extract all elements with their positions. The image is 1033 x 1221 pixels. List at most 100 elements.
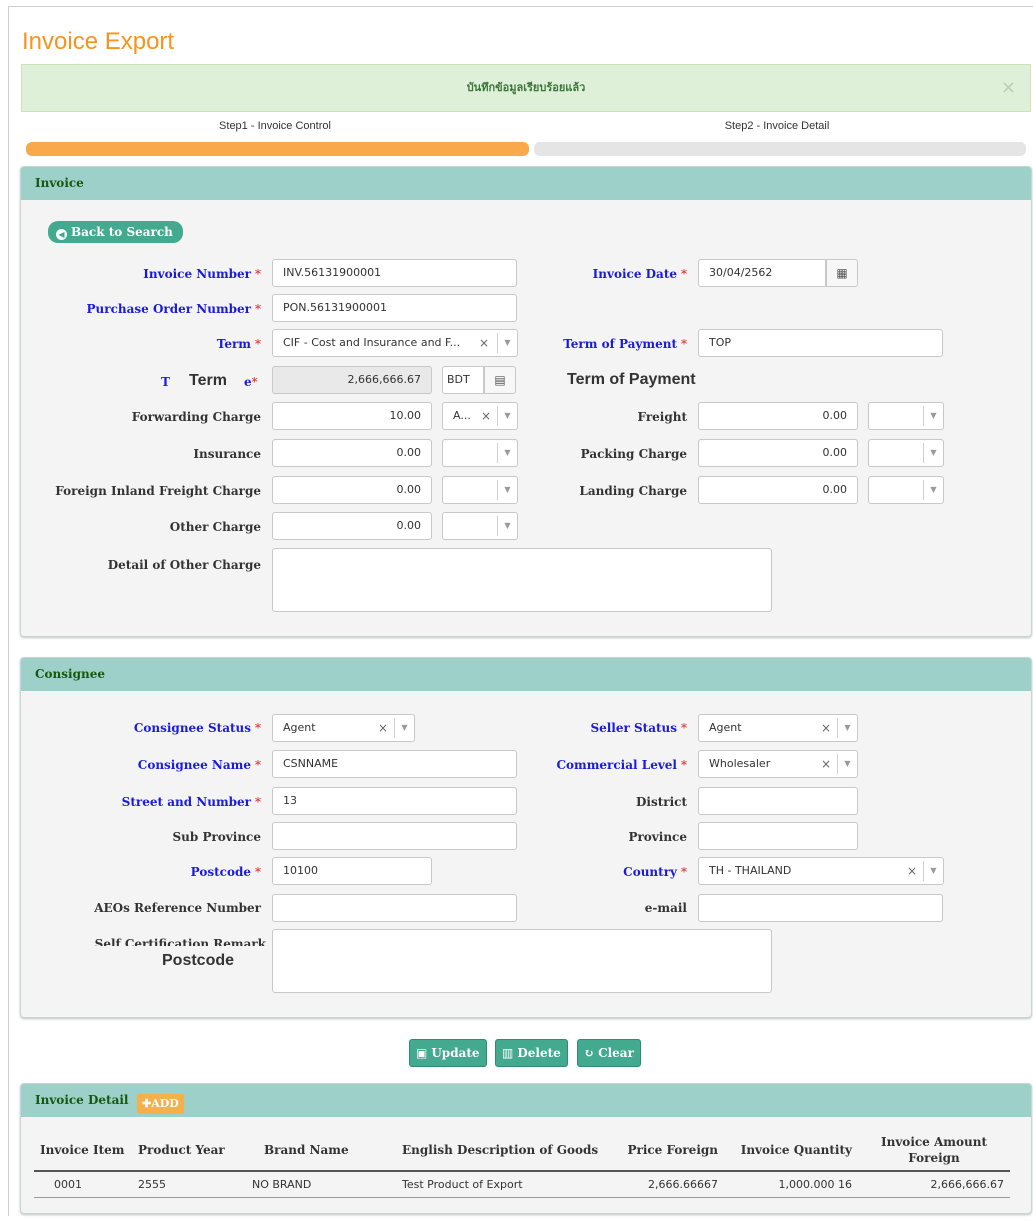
invoice-panel: Invoice ◀ Back to Search Invoice Number * … bbox=[20, 166, 1032, 637]
chevron-down-icon[interactable]: ▼ bbox=[497, 480, 517, 500]
insurance-input[interactable]: 0.00 bbox=[272, 439, 432, 467]
calendar-icon[interactable]: ▦ bbox=[826, 259, 858, 287]
required-mark: * bbox=[255, 758, 261, 772]
clear-button[interactable]: ↻ Clear bbox=[577, 1039, 641, 1067]
other-charge-unit-select[interactable]: ▼ bbox=[442, 512, 518, 540]
district-input[interactable] bbox=[698, 787, 858, 815]
chevron-down-icon[interactable]: ▼ bbox=[923, 861, 943, 881]
add-label: ADD bbox=[151, 1097, 179, 1110]
chevron-down-icon[interactable]: ▼ bbox=[923, 406, 943, 426]
insurance-unit-select[interactable]: ▼ bbox=[442, 439, 518, 467]
back-to-search-button[interactable]: ◀ Back to Search bbox=[48, 221, 183, 243]
col-invoice-amount[interactable]: Invoice Amount Foreign bbox=[858, 1130, 1010, 1172]
commercial-level-select[interactable]: Wholesaler × ▼ bbox=[698, 750, 858, 778]
self-cert-textarea[interactable] bbox=[272, 929, 772, 993]
insurance-label: Insurance bbox=[193, 447, 261, 461]
col-invoice-item[interactable]: Invoice Item bbox=[34, 1130, 132, 1172]
cell-description: Test Product of Export bbox=[378, 1171, 618, 1198]
freight-unit-select[interactable]: ▼ bbox=[868, 402, 944, 430]
col-product-year[interactable]: Product Year bbox=[132, 1130, 232, 1172]
invoice-date-label: Invoice Date * bbox=[593, 267, 687, 281]
required-mark: * bbox=[681, 337, 687, 351]
back-to-search-label: Back to Search bbox=[71, 225, 173, 239]
detail-other-charge-textarea[interactable] bbox=[272, 548, 772, 612]
seller-status-label-text: Seller Status bbox=[590, 721, 677, 735]
currency-input[interactable]: BDT bbox=[442, 366, 484, 394]
total-label-suffix-text: e bbox=[244, 375, 252, 389]
email-input[interactable] bbox=[698, 894, 943, 922]
invoice-number-input[interactable]: INV.56131900001 bbox=[272, 259, 517, 287]
chevron-down-icon[interactable]: ▼ bbox=[497, 516, 517, 536]
col-invoice-quantity[interactable]: Invoice Quantity bbox=[724, 1130, 858, 1172]
consignee-name-input[interactable]: CSNNAME bbox=[272, 750, 517, 778]
other-charge-input[interactable]: 0.00 bbox=[272, 512, 432, 540]
total-amount-input: 2,666,666.67 bbox=[272, 366, 432, 394]
chevron-down-icon[interactable]: ▼ bbox=[497, 406, 517, 426]
step-1-bar[interactable] bbox=[26, 142, 529, 156]
refresh-icon: ↻ bbox=[584, 1046, 595, 1060]
freight-input[interactable]: 0.00 bbox=[698, 402, 858, 430]
update-button[interactable]: ▣ Update bbox=[409, 1039, 487, 1067]
forwarding-charge-unit-select[interactable]: A... × ▼ bbox=[442, 402, 518, 430]
province-label: Province bbox=[628, 830, 687, 844]
col-brand-name[interactable]: Brand Name bbox=[232, 1130, 378, 1172]
self-cert-label-clip: Self Certification Remark bbox=[76, 937, 266, 946]
delete-button[interactable]: ▥ Delete bbox=[495, 1039, 568, 1067]
foreign-inland-input[interactable]: 0.00 bbox=[272, 476, 432, 504]
term-of-payment-input[interactable]: TOP bbox=[698, 329, 943, 357]
clear-icon[interactable]: × bbox=[479, 330, 489, 356]
street-label-text: Street and Number bbox=[121, 795, 251, 809]
clear-icon[interactable]: × bbox=[907, 858, 917, 884]
chevron-down-icon[interactable]: ▼ bbox=[923, 443, 943, 463]
street-input[interactable]: 13 bbox=[272, 787, 517, 815]
invoice-date-input[interactable]: 30/04/2562 bbox=[698, 259, 826, 287]
consignee-status-label-text: Consignee Status bbox=[133, 721, 251, 735]
term-overlay-text: Term bbox=[189, 372, 227, 389]
col-description[interactable]: English Description of Goods bbox=[378, 1130, 618, 1172]
list-icon[interactable]: ▤ bbox=[484, 366, 516, 394]
province-input[interactable] bbox=[698, 822, 858, 850]
clear-icon[interactable]: × bbox=[821, 751, 831, 777]
invoice-detail-table: Invoice Item Product Year Brand Name Eng… bbox=[34, 1130, 1010, 1198]
cell-invoice-quantity: 1,000.000 16 bbox=[724, 1171, 858, 1198]
clear-icon[interactable]: × bbox=[821, 715, 831, 741]
col-price-foreign[interactable]: Price Foreign bbox=[618, 1130, 724, 1172]
invoice-panel-header: Invoice bbox=[21, 167, 1031, 200]
required-mark: * bbox=[255, 267, 261, 281]
chevron-down-icon[interactable]: ▼ bbox=[497, 443, 517, 463]
close-icon[interactable]: × bbox=[1001, 65, 1016, 111]
total-label-suffix: e* bbox=[244, 375, 258, 389]
postcode-input[interactable]: 10100 bbox=[272, 857, 432, 885]
landing-charge-input[interactable]: 0.00 bbox=[698, 476, 858, 504]
term-of-payment-label-text: Term of Payment bbox=[563, 337, 677, 351]
table-row[interactable]: 0001 2555 NO BRAND Test Product of Expor… bbox=[34, 1171, 1010, 1198]
foreign-inland-unit-select[interactable]: ▼ bbox=[442, 476, 518, 504]
po-number-label-text: Purchase Order Number bbox=[86, 302, 251, 316]
step-1-label[interactable]: Step1 - Invoice Control bbox=[24, 120, 526, 132]
packing-charge-input[interactable]: 0.00 bbox=[698, 439, 858, 467]
chevron-down-icon[interactable]: ▼ bbox=[923, 480, 943, 500]
step-2-label[interactable]: Step2 - Invoice Detail bbox=[526, 120, 1028, 132]
chevron-down-icon[interactable]: ▼ bbox=[837, 718, 857, 738]
seller-status-select[interactable]: Agent × ▼ bbox=[698, 714, 858, 742]
landing-charge-unit-select[interactable]: ▼ bbox=[868, 476, 944, 504]
foreign-inland-label: Foreign Inland Freight Charge bbox=[55, 484, 261, 498]
forwarding-charge-input[interactable]: 10.00 bbox=[272, 402, 432, 430]
consignee-status-select[interactable]: Agent × ▼ bbox=[272, 714, 415, 742]
chevron-down-icon[interactable]: ▼ bbox=[497, 333, 517, 353]
commercial-level-label-text: Commercial Level bbox=[556, 758, 677, 772]
step-2-bar[interactable] bbox=[534, 142, 1026, 156]
chevron-down-icon[interactable]: ▼ bbox=[394, 718, 414, 738]
country-select[interactable]: TH - THAILAND × ▼ bbox=[698, 857, 944, 885]
chevron-down-icon[interactable]: ▼ bbox=[837, 754, 857, 774]
required-mark: * bbox=[255, 865, 261, 879]
packing-charge-unit-select[interactable]: ▼ bbox=[868, 439, 944, 467]
sub-province-input[interactable] bbox=[272, 822, 517, 850]
clear-icon[interactable]: × bbox=[481, 403, 491, 429]
po-number-input[interactable]: PON.56131900001 bbox=[272, 294, 517, 322]
add-button[interactable]: ✚ADD bbox=[137, 1094, 184, 1114]
clear-icon[interactable]: × bbox=[378, 715, 388, 741]
district-label: District bbox=[636, 795, 687, 809]
term-select[interactable]: CIF - Cost and Insurance and F... × ▼ bbox=[272, 329, 518, 357]
aeo-input[interactable] bbox=[272, 894, 517, 922]
